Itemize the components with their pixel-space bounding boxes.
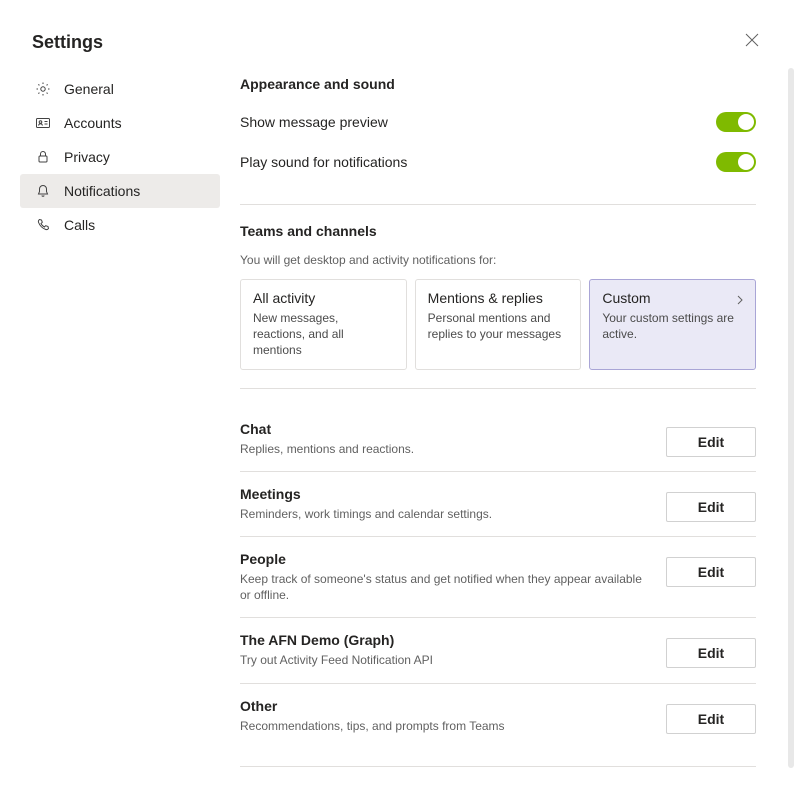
content-area: Appearance and sound Show message previe… <box>240 72 798 802</box>
row-afn-demo: The AFN Demo (Graph) Try out Activity Fe… <box>240 618 756 683</box>
sidebar-item-accounts[interactable]: Accounts <box>20 106 220 140</box>
id-card-icon <box>34 114 52 132</box>
row-title: Chat <box>240 421 414 437</box>
edit-afn-button[interactable]: Edit <box>666 638 756 668</box>
sidebar: General Accounts Privacy Notifications C… <box>20 72 220 802</box>
scrollbar[interactable] <box>788 68 794 768</box>
row-title: Other <box>240 698 505 714</box>
chevron-right-icon <box>735 292 745 310</box>
sidebar-item-label: Accounts <box>64 115 122 131</box>
card-all-activity[interactable]: All activity New messages, reactions, an… <box>240 279 407 370</box>
bell-icon <box>34 182 52 200</box>
appearance-heading: Appearance and sound <box>240 76 756 92</box>
show-preview-toggle[interactable] <box>716 112 756 132</box>
divider <box>240 204 756 205</box>
divider <box>240 766 756 767</box>
card-desc: New messages, reactions, and all mention… <box>253 310 394 359</box>
page-title: Settings <box>32 32 103 53</box>
sidebar-item-calls[interactable]: Calls <box>20 208 220 242</box>
show-preview-label: Show message preview <box>240 114 388 130</box>
row-meetings: Meetings Reminders, work timings and cal… <box>240 472 756 537</box>
play-sound-toggle[interactable] <box>716 152 756 172</box>
row-title: The AFN Demo (Graph) <box>240 632 433 648</box>
edit-other-button[interactable]: Edit <box>666 704 756 734</box>
card-mentions-replies[interactable]: Mentions & replies Personal mentions and… <box>415 279 582 370</box>
row-title: People <box>240 551 646 567</box>
divider <box>240 388 756 389</box>
lock-icon <box>34 148 52 166</box>
card-desc: Personal mentions and replies to your me… <box>428 310 569 342</box>
row-desc: Try out Activity Feed Notification API <box>240 652 433 668</box>
row-chat: Chat Replies, mentions and reactions. Ed… <box>240 407 756 472</box>
close-button[interactable] <box>738 28 766 56</box>
close-icon <box>745 33 759 52</box>
card-title: All activity <box>253 290 394 306</box>
edit-chat-button[interactable]: Edit <box>666 427 756 457</box>
teams-subtitle: You will get desktop and activity notifi… <box>240 253 756 267</box>
row-people: People Keep track of someone's status an… <box>240 537 756 618</box>
sidebar-item-label: Notifications <box>64 183 140 199</box>
card-custom[interactable]: Custom Your custom settings are active. <box>589 279 756 370</box>
help-row: Need help? Learn about notifications <box>240 785 756 802</box>
sidebar-item-label: Calls <box>64 217 95 233</box>
sidebar-item-label: Privacy <box>64 149 110 165</box>
card-desc: Your custom settings are active. <box>602 310 743 342</box>
row-desc: Recommendations, tips, and prompts from … <box>240 718 505 734</box>
phone-icon <box>34 216 52 234</box>
teams-heading: Teams and channels <box>240 223 756 239</box>
edit-meetings-button[interactable]: Edit <box>666 492 756 522</box>
gear-icon <box>34 80 52 98</box>
row-title: Meetings <box>240 486 492 502</box>
row-desc: Keep track of someone's status and get n… <box>240 571 646 603</box>
row-desc: Reminders, work timings and calendar set… <box>240 506 492 522</box>
sidebar-item-general[interactable]: General <box>20 72 220 106</box>
card-title: Mentions & replies <box>428 290 569 306</box>
sidebar-item-label: General <box>64 81 114 97</box>
card-title: Custom <box>602 290 743 306</box>
play-sound-label: Play sound for notifications <box>240 154 407 170</box>
edit-people-button[interactable]: Edit <box>666 557 756 587</box>
sidebar-item-privacy[interactable]: Privacy <box>20 140 220 174</box>
sidebar-item-notifications[interactable]: Notifications <box>20 174 220 208</box>
row-desc: Replies, mentions and reactions. <box>240 441 414 457</box>
row-other: Other Recommendations, tips, and prompts… <box>240 684 756 748</box>
